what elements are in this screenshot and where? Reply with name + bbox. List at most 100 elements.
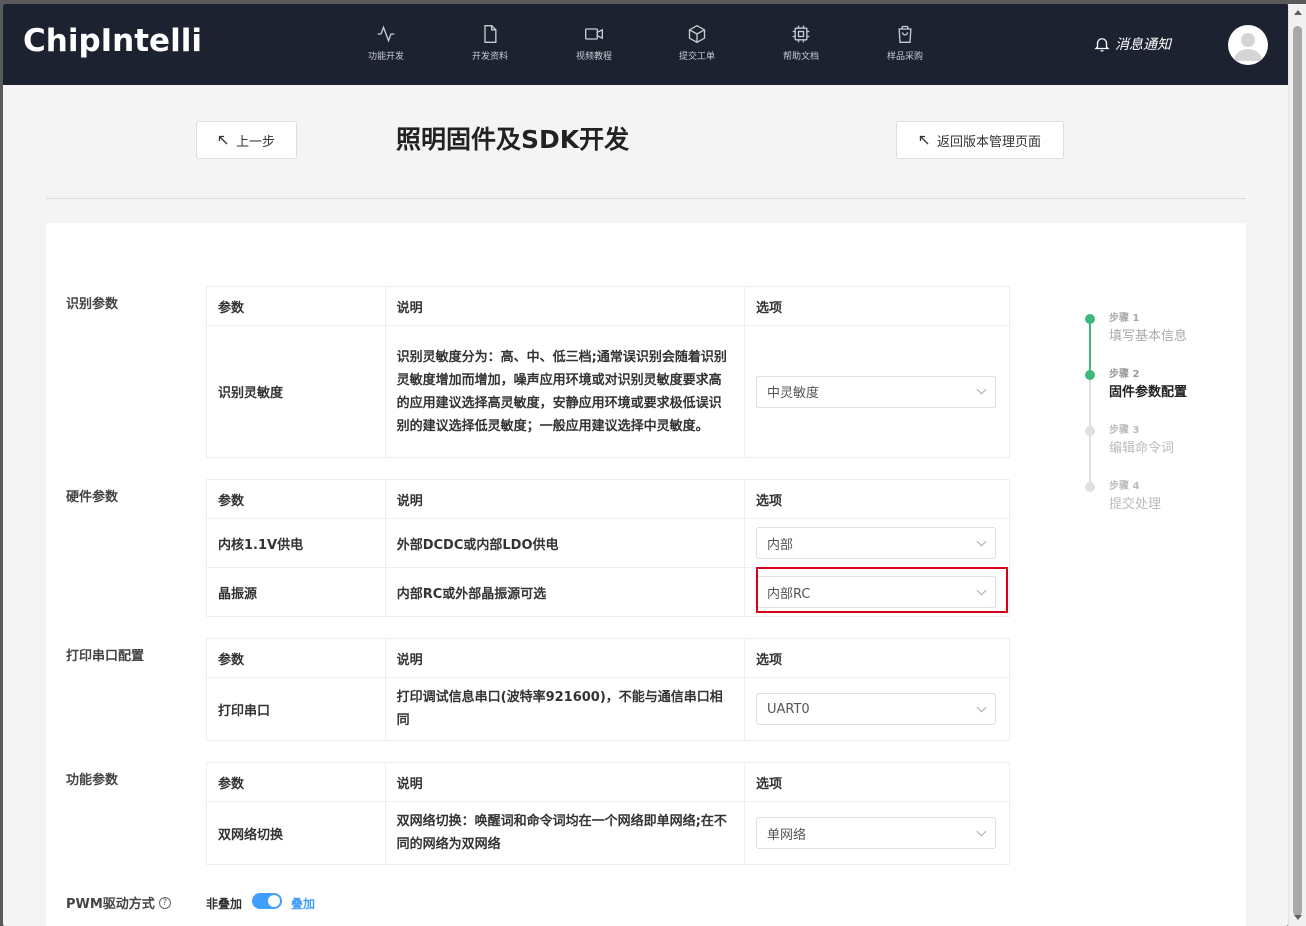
col-header-param: 参数 <box>206 286 386 326</box>
param-name: 识别灵敏度 <box>206 325 386 458</box>
param-name: 内核1.1V供电 <box>206 518 386 568</box>
nav-item-ticket[interactable]: 提交工单 <box>662 24 732 68</box>
browser-window: ChipIntelli 功能开发 开发资料 视频教程 提交工单 帮助文档 样品采… <box>3 4 1288 926</box>
nav-label: 帮助文档 <box>782 52 819 62</box>
option-cell: 单网络 <box>743 801 1011 865</box>
arrow-up-left-icon <box>218 135 228 145</box>
nav-item-dev-docs[interactable]: 开发资料 <box>455 24 525 68</box>
section-label-function: 功能参数 <box>66 773 119 788</box>
col-header-option: 选项 <box>743 638 1011 678</box>
table-header-row: 参数 说明 选项 <box>206 638 1011 678</box>
core-power-select[interactable]: 内部 <box>755 527 996 559</box>
param-description: 外部DCDC或内部LDO供电 <box>384 518 745 568</box>
section-label-hardware: 硬件参数 <box>66 490 119 505</box>
pwm-toggle[interactable] <box>252 893 282 909</box>
nav-label: 功能开发 <box>367 52 404 62</box>
select-value: 中灵敏度 <box>766 386 819 401</box>
select-value: UART0 <box>766 701 810 717</box>
return-version-page-button[interactable]: 返回版本管理页面 <box>896 121 1064 159</box>
step-number: 步骤 4 <box>1109 481 1140 492</box>
col-header-option: 选项 <box>743 479 1011 519</box>
scroll-up-arrow-icon[interactable] <box>1294 10 1302 15</box>
step-label: 固件参数配置 <box>1109 385 1188 400</box>
sensitivity-select[interactable]: 中灵敏度 <box>755 375 996 408</box>
nav-label: 提交工单 <box>678 52 715 62</box>
chip-icon <box>792 25 810 43</box>
step-number: 步骤 2 <box>1109 369 1140 380</box>
param-name: 晶振源 <box>206 567 386 617</box>
table-row: 识别灵敏度 识别灵敏度分为：高、中、低三档;通常误识别会随着识别灵敏度增加而增加… <box>206 325 1011 458</box>
col-header-param: 参数 <box>206 638 386 678</box>
notification-button[interactable]: 消息通知 <box>1093 34 1171 54</box>
user-icon <box>1234 33 1262 61</box>
chevron-down-icon <box>976 826 987 836</box>
divider <box>46 198 1246 199</box>
highlight-box <box>756 567 1008 613</box>
vertical-scrollbar[interactable] <box>1288 4 1306 926</box>
nav-item-video[interactable]: 视频教程 <box>559 24 629 68</box>
box-icon <box>688 24 706 44</box>
param-name: 打印串口 <box>206 677 386 741</box>
notification-label: 消息通知 <box>1115 37 1171 53</box>
col-header-option: 选项 <box>743 762 1011 802</box>
step-dot <box>1085 314 1095 324</box>
col-header-desc: 说明 <box>384 638 745 678</box>
uart-params-table: 参数 说明 选项 打印串口 打印调试信息串口(波特率921600)，不能与通信串… <box>206 638 1011 741</box>
activity-icon <box>377 25 395 43</box>
dual-network-select[interactable]: 单网络 <box>755 817 996 849</box>
pwm-on-label[interactable]: 叠加 <box>291 895 315 912</box>
chevron-down-icon <box>976 702 987 712</box>
page-title: 照明固件及SDK开发 <box>396 125 630 154</box>
return-version-page-label: 返回版本管理页面 <box>936 134 1041 150</box>
top-navbar: ChipIntelli 功能开发 开发资料 视频教程 提交工单 帮助文档 样品采… <box>3 4 1288 85</box>
step-label: 编辑命令词 <box>1109 441 1175 456</box>
select-value: 内部 <box>766 537 793 553</box>
param-description: 打印调试信息串口(波特率921600)，不能与通信串口相同 <box>384 677 745 741</box>
table-row: 双网络切换 双网络切换：唤醒词和命令词均在一个网络即单网络;在不同的网络为双网络… <box>206 801 1011 865</box>
col-header-option: 选项 <box>743 286 1011 326</box>
nav-item-feature-dev[interactable]: 功能开发 <box>351 24 421 68</box>
question-circle-icon[interactable]: ? <box>158 896 171 909</box>
step-dot <box>1085 370 1095 380</box>
pwm-label: PWM驱动方式 ? <box>66 893 171 912</box>
scrollbar-thumb[interactable] <box>1293 26 1302 916</box>
col-header-desc: 说明 <box>384 479 745 519</box>
table-header-row: 参数 说明 选项 <box>206 286 1011 326</box>
step-label: 填写基本信息 <box>1109 329 1188 344</box>
chevron-down-icon <box>976 384 987 395</box>
pwm-off-label[interactable]: 非叠加 <box>206 895 242 912</box>
param-name: 双网络切换 <box>206 801 386 865</box>
shopping-bag-icon <box>898 25 912 43</box>
avatar[interactable] <box>1228 25 1268 65</box>
step-connector <box>1089 321 1091 377</box>
section-label-recognition: 识别参数 <box>66 297 119 312</box>
toggle-knob <box>268 895 280 907</box>
option-cell: 内部 <box>743 518 1011 568</box>
bell-icon <box>1094 38 1110 52</box>
previous-step-label: 上一步 <box>235 134 275 150</box>
previous-step-button[interactable]: 上一步 <box>196 121 297 159</box>
nav-item-sample[interactable]: 样品采购 <box>870 24 940 68</box>
nav-label: 样品采购 <box>886 52 923 62</box>
table-row: 打印串口 打印调试信息串口(波特率921600)，不能与通信串口相同 UART0 <box>206 677 1011 741</box>
scroll-down-arrow-icon[interactable] <box>1294 915 1302 920</box>
nav-item-help[interactable]: 帮助文档 <box>766 24 836 68</box>
table-header-row: 参数 说明 选项 <box>206 762 1011 802</box>
file-icon <box>484 25 497 43</box>
step-label: 提交处理 <box>1109 497 1162 512</box>
table-row: 内核1.1V供电 外部DCDC或内部LDO供电 内部 <box>206 518 1011 568</box>
section-label-uart: 打印串口配置 <box>66 649 145 664</box>
brand-logo[interactable]: ChipIntelli <box>23 23 202 59</box>
step-dot <box>1085 426 1095 436</box>
arrow-up-left-icon <box>919 135 929 145</box>
recognition-params-table: 参数 说明 选项 识别灵敏度 识别灵敏度分为：高、中、低三档;通常误识别会随着识… <box>206 286 1011 458</box>
pwm-label-text: PWM驱动方式 <box>66 897 155 912</box>
chevron-down-icon <box>976 536 987 546</box>
function-params-table: 参数 说明 选项 双网络切换 双网络切换：唤醒词和命令词均在一个网络即单网络;在… <box>206 762 1011 865</box>
uart-select[interactable]: UART0 <box>755 693 996 725</box>
option-cell: 中灵敏度 <box>743 325 1011 458</box>
step-dot <box>1085 482 1095 492</box>
select-value: 单网络 <box>766 827 806 843</box>
video-icon <box>585 28 603 40</box>
param-description: 内部RC或外部晶振源可选 <box>384 567 745 617</box>
